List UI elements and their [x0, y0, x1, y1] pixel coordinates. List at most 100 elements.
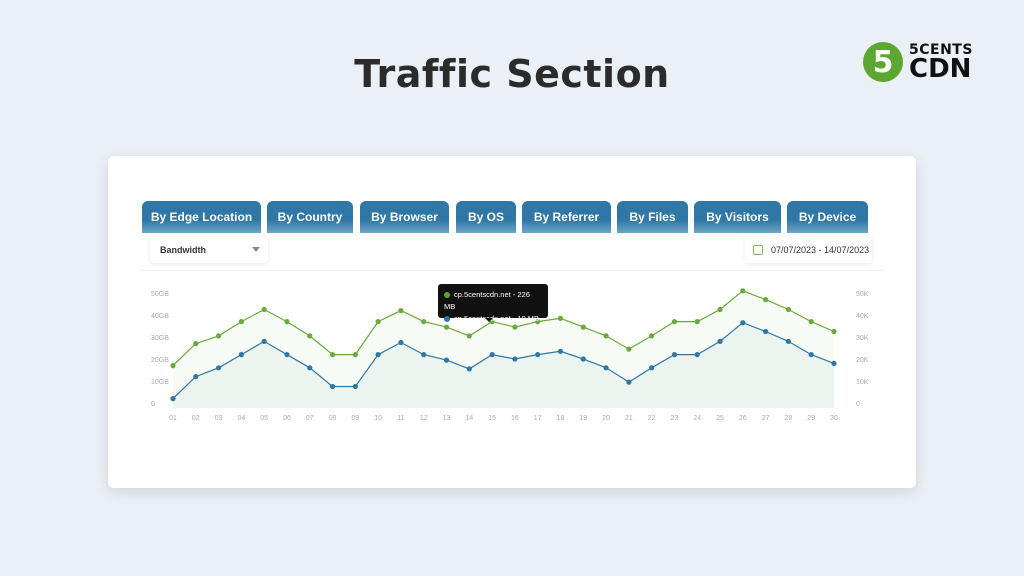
y-right-tick: 50K: [856, 291, 869, 298]
data-point: [717, 338, 723, 344]
data-point: [603, 333, 609, 339]
data-point: [307, 333, 313, 339]
x-tick: 27: [762, 415, 770, 422]
x-tick: 22: [648, 415, 656, 422]
data-point: [375, 352, 381, 358]
data-point: [170, 396, 176, 402]
data-point: [808, 319, 814, 325]
data-point: [421, 319, 427, 325]
x-tick: 24: [693, 415, 701, 422]
x-tick: 25: [716, 415, 724, 422]
data-point: [238, 319, 244, 325]
data-point: [443, 324, 450, 330]
data-point: [238, 352, 244, 358]
data-point: [261, 338, 267, 344]
x-tick: 30: [830, 415, 838, 422]
chart-tooltip: cp.5centscdn.net - 226 MB cp.5centscdn.n…: [438, 284, 548, 323]
data-point: [284, 352, 290, 358]
data-point: [466, 366, 472, 372]
data-point: [649, 365, 655, 371]
data-point: [694, 352, 700, 358]
x-tick: 19: [579, 415, 587, 422]
x-tick: 08: [329, 415, 337, 422]
x-tick: 10: [374, 415, 382, 422]
y-right-tick: 20K: [856, 357, 869, 364]
data-point: [831, 328, 837, 335]
x-tick: 13: [443, 415, 451, 422]
data-point: [580, 324, 586, 330]
data-point: [307, 365, 313, 371]
data-point: [375, 319, 381, 325]
legend-dot-blue: [444, 316, 450, 323]
x-tick: 06: [283, 415, 291, 422]
x-tick: 28: [785, 415, 793, 422]
brand-logo: 5 5CENTS CDN: [863, 42, 973, 82]
data-point: [671, 319, 678, 325]
x-tick: 26: [739, 415, 747, 422]
data-point: [489, 352, 495, 358]
x-tick: 15: [488, 415, 496, 422]
data-point: [215, 365, 222, 371]
data-point: [352, 383, 358, 390]
data-point: [193, 374, 199, 380]
x-tick: 01: [169, 415, 177, 422]
data-point: [284, 319, 290, 325]
y-left-tick: 20GB: [151, 357, 169, 364]
x-tick: 16: [511, 415, 519, 422]
data-point: [193, 341, 199, 347]
data-point: [398, 339, 404, 346]
tooltip-row-1: cp.5centscdn.net - 226 MB: [444, 290, 530, 311]
data-point: [649, 333, 655, 339]
data-point: [557, 348, 564, 354]
y-left-tick: 0: [151, 401, 155, 408]
data-point: [740, 288, 746, 294]
data-point: [603, 365, 609, 371]
x-tick: 23: [671, 415, 679, 422]
data-point: [671, 352, 678, 358]
y-left-tick: 30GB: [151, 335, 169, 342]
data-point: [329, 352, 336, 358]
data-point: [421, 352, 427, 358]
data-point: [831, 360, 837, 366]
y-right-tick: 0: [856, 401, 860, 408]
y-right-tick: 30K: [856, 335, 869, 342]
y-right-tick: 40K: [856, 313, 869, 320]
y-left-tick: 10GB: [151, 379, 169, 386]
x-tick: 29: [807, 415, 815, 422]
x-tick: 02: [192, 415, 200, 422]
logo-line2: CDN: [909, 53, 972, 84]
x-tick: 07: [306, 415, 314, 422]
y-right-tick: 10K: [856, 379, 869, 386]
data-point: [785, 306, 792, 313]
y-left-tick: 50GB: [151, 291, 169, 298]
data-point: [626, 346, 632, 352]
data-point: [557, 315, 564, 321]
data-point: [763, 328, 769, 335]
data-point: [763, 297, 769, 303]
tooltip-row-2: cp.5centscdn.net - 10 MB: [454, 314, 540, 323]
logo-mark: 5: [863, 42, 903, 82]
x-tick: 05: [260, 415, 268, 422]
data-point: [512, 356, 518, 362]
data-point: [215, 333, 222, 339]
x-tick: 17: [534, 415, 542, 422]
data-point: [352, 352, 358, 358]
data-point: [398, 308, 404, 314]
data-point: [717, 306, 723, 313]
legend-dot-green: [444, 292, 450, 299]
x-tick: 04: [237, 415, 245, 422]
data-point: [261, 306, 267, 313]
data-point: [329, 383, 336, 390]
data-point: [694, 319, 700, 325]
x-tick: 03: [215, 415, 223, 422]
data-point: [512, 324, 518, 330]
data-point: [808, 352, 814, 358]
x-tick: 14: [465, 415, 473, 422]
x-tick: 11: [397, 415, 404, 422]
data-point: [466, 333, 472, 339]
x-tick: 21: [625, 415, 633, 422]
data-point: [443, 357, 450, 363]
x-tick: 18: [557, 415, 565, 422]
x-tick: 12: [420, 415, 428, 422]
data-point: [535, 352, 541, 358]
